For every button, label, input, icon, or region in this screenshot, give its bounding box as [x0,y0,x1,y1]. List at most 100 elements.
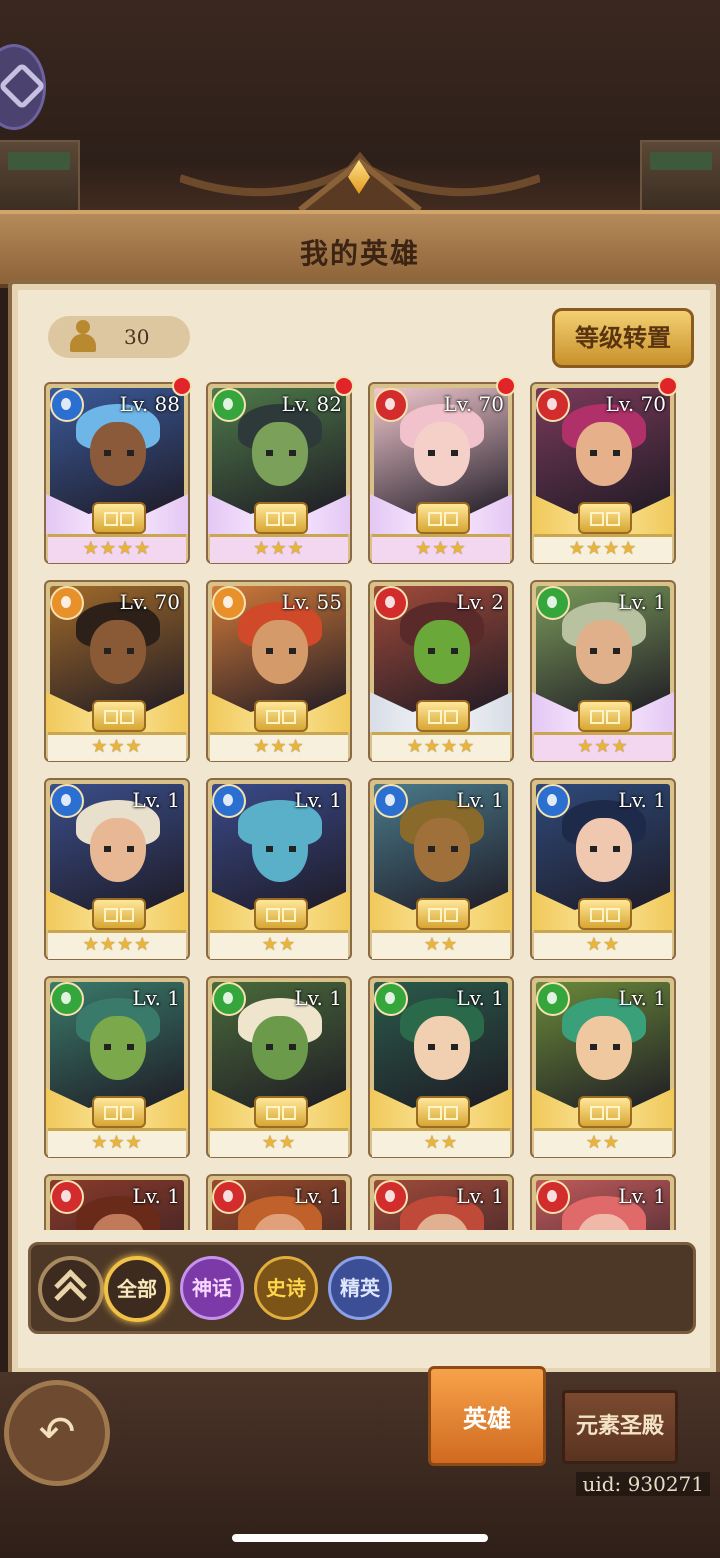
hero-card[interactable]: ★★ Lv. 1 [370,978,512,1157]
page-title: 我的英雄 [299,237,420,270]
fire-element-icon [536,388,570,422]
hero-level: Lv. 1 [294,788,342,812]
star-bar: ★★★ [48,1128,186,1157]
nature-element-icon [212,982,246,1016]
user-id: uid: 930271 [576,1472,710,1496]
hero-card[interactable]: ★★★★ Lv. 70 [532,376,678,563]
star-rating: ★★★ [415,538,467,559]
hero-level: Lv. 1 [132,788,180,812]
rarity-crest-icon [92,898,146,930]
rarity-crest-icon [92,700,146,732]
hero-card[interactable]: ★★★ Lv. 82 [208,376,354,563]
rarity-crest-icon [254,1096,308,1128]
hero-card[interactable]: ★★★★ Lv. 1 [46,780,188,959]
rarity-crest-icon [254,700,308,732]
back-button[interactable]: ↶ [4,1380,110,1486]
hero-card[interactable]: ★★★★ Lv. 88 [46,376,192,563]
hero-card[interactable]: ★★ Lv. 1 [532,780,674,959]
hero-eyes [104,846,134,852]
star-rating: ★★★ [253,538,305,559]
hero-card[interactable]: ★★★ Lv. 70 [46,582,188,761]
hero-level: Lv. 1 [618,1184,666,1208]
hero-card[interactable]: Lv. 1 [532,1176,674,1230]
notification-dot [172,376,192,396]
rarity-crest-icon [578,898,632,930]
rarity-crest-icon [254,502,308,534]
hero-card[interactable]: ★★ Lv. 1 [532,978,674,1157]
hero-eyes [428,846,458,852]
star-bar: ★★★ [210,732,348,761]
hero-level: Lv. 1 [618,788,666,812]
menu-icon [0,61,47,111]
hero-level: Lv. 88 [119,392,180,416]
hero-card[interactable]: Lv. 1 [208,1176,350,1230]
filter-all-button[interactable]: 全部 [104,1256,170,1322]
rarity-crest-icon [416,1096,470,1128]
hero-eyes [104,648,134,654]
rarity-crest-icon [416,700,470,732]
star-rating: ★★★★ [82,538,152,559]
hero-card[interactable]: Lv. 1 [46,1176,188,1230]
hero-card[interactable]: Lv. 1 [370,1176,512,1230]
tab-hero[interactable]: 英雄 [428,1366,546,1466]
tab-element-temple[interactable]: 元素圣殿 [562,1390,678,1464]
hero-card[interactable]: ★★★★ Lv. 2 [370,582,512,761]
star-bar: ★★★ [534,732,672,761]
star-rating: ★★ [585,934,621,955]
rarity-crest-icon [92,1096,146,1128]
star-rating: ★★★ [253,736,305,757]
notification-dot [658,376,678,396]
star-rating: ★★ [423,934,459,955]
star-rating: ★★★ [91,736,143,757]
hero-eyes [266,1044,296,1050]
hero-card[interactable]: ★★★ Lv. 70 [370,376,516,563]
hero-level: Lv. 1 [456,986,504,1010]
level-transfer-button[interactable]: 等级转置 [552,308,694,368]
rarity-crest-icon [578,1096,632,1128]
hero-eyes [428,450,458,456]
hero-card[interactable]: ★★★ Lv. 1 [532,582,674,761]
notification-dot [334,376,354,396]
hero-eyes [104,1044,134,1050]
hero-card[interactable]: ★★ Lv. 1 [370,780,512,959]
nature-element-icon [536,586,570,620]
filter-mythic-button[interactable]: 神话 [180,1256,244,1320]
hero-eyes [266,450,296,456]
fire-element-icon [374,1180,408,1214]
fire-element-icon [374,586,408,620]
collapse-button[interactable] [38,1256,104,1322]
nature-element-icon [374,982,408,1016]
right-pillar-decoration [640,140,720,216]
star-bar: ★★★★ [534,534,672,563]
star-rating: ★★★ [91,1132,143,1153]
nature-element-icon [212,388,246,422]
home-indicator[interactable] [232,1534,488,1542]
hero-level: Lv. 1 [132,986,180,1010]
star-rating: ★★ [585,1132,621,1153]
star-bar: ★★★★ [48,534,186,563]
hero-card[interactable]: ★★★ Lv. 1 [46,978,188,1157]
star-rating: ★★★★ [568,538,638,559]
rarity-crest-icon [416,502,470,534]
hero-eyes [266,648,296,654]
hero-card[interactable]: ★★ Lv. 1 [208,978,350,1157]
hero-level: Lv. 82 [281,392,342,416]
back-arrow-icon: ↶ [38,1407,76,1458]
fire-element-icon [374,388,408,422]
hero-level: Lv. 1 [456,1184,504,1208]
star-bar: ★★★ [372,534,510,563]
water-element-icon [50,388,84,422]
hero-level: Lv. 1 [294,1184,342,1208]
fire-element-icon [536,1180,570,1214]
hero-level: Lv. 2 [456,590,504,614]
rarity-crest-icon [578,502,632,534]
hero-card[interactable]: ★★★ Lv. 55 [208,582,350,761]
hero-card[interactable]: ★★ Lv. 1 [208,780,350,959]
star-rating: ★★ [261,934,297,955]
star-rating: ★★★ [577,736,629,757]
filter-elite-button[interactable]: 精英 [328,1256,392,1320]
filter-epic-button[interactable]: 史诗 [254,1256,318,1320]
water-element-icon [212,784,246,818]
hero-count: 30 [124,325,150,349]
star-bar: ★★ [210,930,348,959]
